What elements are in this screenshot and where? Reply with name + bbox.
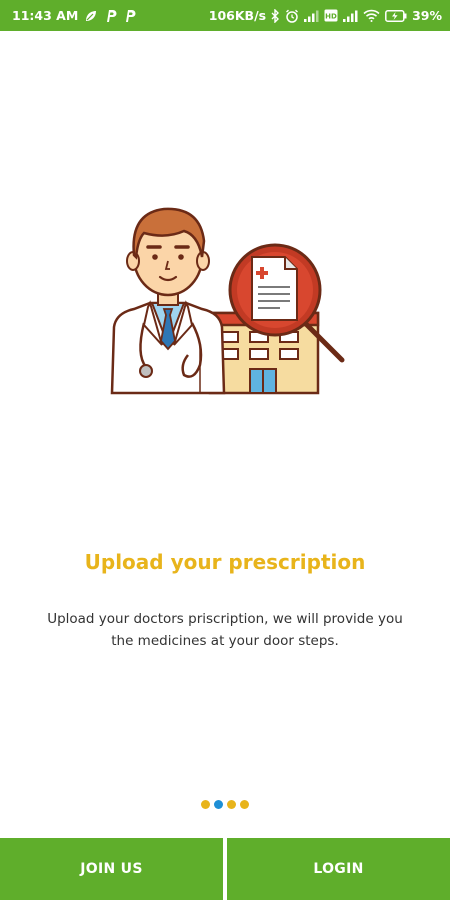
bluetooth-icon (271, 8, 280, 23)
page-dot[interactable] (201, 800, 210, 809)
page-dot[interactable] (240, 800, 249, 809)
prescription-illustration (100, 195, 350, 400)
leaf-icon (84, 9, 98, 23)
wifi-icon (363, 9, 380, 22)
signal-icon (304, 10, 319, 22)
signal-icon (343, 10, 358, 22)
page-dot-active[interactable] (214, 800, 223, 809)
p-icon (123, 9, 136, 23)
svg-text:HD: HD (325, 13, 337, 21)
page-dot[interactable] (227, 800, 236, 809)
status-time: 11:43 AM (12, 8, 79, 23)
status-left: 11:43 AM (12, 8, 136, 23)
join-us-button[interactable]: JOIN US (0, 838, 223, 900)
doctor-icon (110, 207, 226, 395)
battery-percent: 39% (412, 8, 442, 23)
status-right: 106KB/s HD 39% (209, 8, 442, 23)
onboarding-title: Upload your prescription (84, 550, 366, 574)
bottom-action-bar: JOIN US LOGIN (0, 838, 450, 900)
p-icon (104, 9, 117, 23)
status-bar: 11:43 AM 106KB/s HD 39% (0, 0, 450, 31)
onboarding-screen: 11:43 AM 106KB/s HD 39% Upload your pres… (0, 0, 450, 900)
alarm-icon (285, 9, 299, 23)
page-indicator (0, 800, 450, 809)
hd-icon: HD (324, 9, 338, 22)
prescription-document-icon (251, 256, 298, 321)
onboarding-description: Upload your doctors priscription, we wil… (47, 611, 403, 649)
login-button[interactable]: LOGIN (227, 838, 450, 900)
battery-charging-icon (385, 9, 407, 22)
network-speed: 106KB/s (208, 8, 267, 23)
